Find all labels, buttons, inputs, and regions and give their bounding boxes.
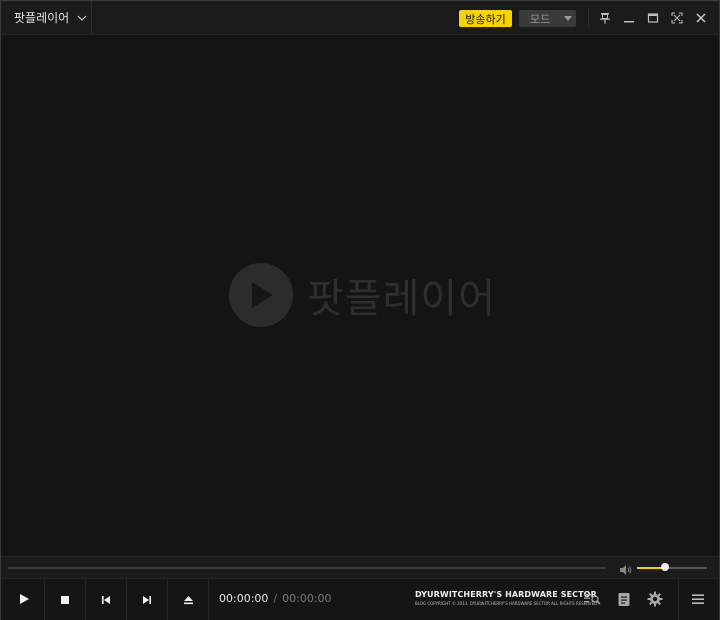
previous-button[interactable] <box>86 579 127 620</box>
next-button[interactable] <box>127 579 168 620</box>
volume-slider-handle[interactable] <box>661 563 669 571</box>
maximize-icon[interactable] <box>645 10 661 26</box>
notes-icon[interactable] <box>615 591 633 607</box>
video-area[interactable]: 팟플레이어 <box>3 35 717 555</box>
control-bar: 00:00:00 / 00:00:00 DYURWITCHERRY'S HARD… <box>1 578 719 620</box>
play-icon <box>18 590 30 609</box>
seek-bar[interactable] <box>8 567 606 569</box>
broadcast-label: 방송하기 <box>465 12 506 26</box>
play-button[interactable] <box>4 579 45 620</box>
seek-row <box>1 556 719 578</box>
time-display: 00:00:00 / 00:00:00 <box>219 592 332 605</box>
title-bar: 팟플레이어 방송하기 모드 <box>1 1 719 35</box>
chevron-down-icon <box>77 13 87 23</box>
brand-copyright: BLOG COPYRIGHT © 2013. DYURWITCHERRY'S H… <box>415 601 599 606</box>
volume-icon[interactable] <box>619 561 633 575</box>
potplayer-window: 팟플레이어 방송하기 모드 팟플레이어 00:00:00 / 00:00:00 … <box>0 0 720 620</box>
time-separator: / <box>273 592 278 605</box>
total-time: 00:00:00 <box>282 592 332 605</box>
minimize-icon[interactable] <box>621 10 637 26</box>
logo-text: 팟플레이어 <box>307 276 496 322</box>
divider <box>588 9 589 27</box>
divider <box>678 579 679 620</box>
next-icon <box>142 590 152 609</box>
pin-icon[interactable] <box>597 10 613 26</box>
settings-icon[interactable] <box>646 591 664 607</box>
stop-icon <box>60 590 70 609</box>
eject-button[interactable] <box>168 579 209 620</box>
brand-title: DYURWITCHERRY'S HARDWARE SECTOR <box>415 590 597 599</box>
play-logo-icon <box>229 263 293 327</box>
current-time: 00:00:00 <box>219 592 269 605</box>
close-icon[interactable] <box>693 10 709 26</box>
stop-button[interactable] <box>45 579 86 620</box>
mode-label: 모드 <box>530 12 551 26</box>
menu-icon[interactable] <box>689 591 707 607</box>
broadcast-button[interactable]: 방송하기 <box>459 10 512 27</box>
mode-dropdown[interactable]: 모드 <box>519 10 576 27</box>
fullscreen-icon[interactable] <box>669 10 685 26</box>
potplayer-logo: 팟플레이어 <box>229 263 496 327</box>
dropdown-arrow-icon <box>564 16 572 21</box>
skin-brand-logo: DYURWITCHERRY'S HARDWARE SECTOR BLOG COP… <box>415 590 599 610</box>
previous-icon <box>101 590 111 609</box>
app-menu-button[interactable]: 팟플레이어 <box>1 1 92 34</box>
playlist-search-icon[interactable] <box>583 591 601 607</box>
app-name: 팟플레이어 <box>14 11 70 25</box>
eject-icon <box>183 590 194 609</box>
